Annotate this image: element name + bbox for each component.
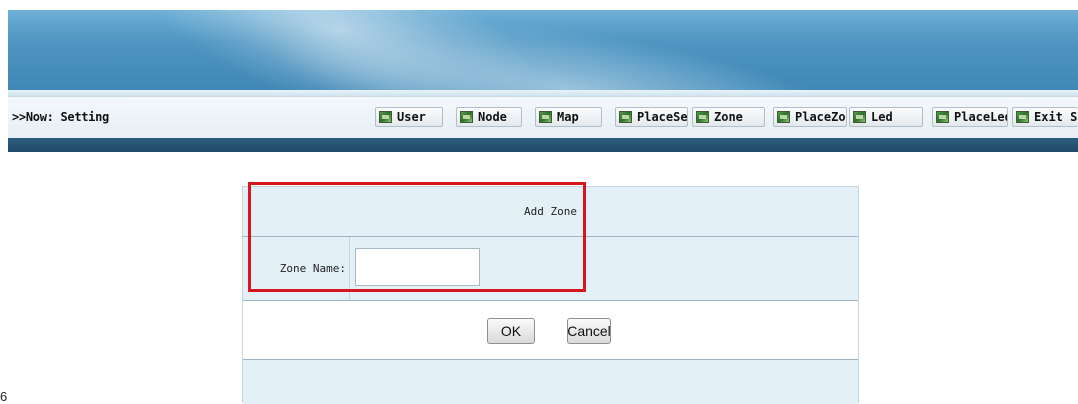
ok-button[interactable]: OK [487, 318, 535, 344]
green-square-icon [460, 111, 473, 123]
green-square-icon [936, 111, 949, 123]
nav-button-label: User [397, 110, 426, 124]
page-number: 6 [0, 389, 8, 404]
form-empty-row [243, 360, 858, 404]
nav-button-label: PlaceLed [954, 110, 1008, 124]
green-square-icon [619, 111, 632, 123]
green-square-icon [539, 111, 552, 123]
navigation-bar: >>Now: Setting User Node Map PlaceSet Zo… [8, 96, 1078, 139]
nav-button-placezone[interactable]: PlaceZone [773, 107, 847, 127]
add-zone-form: Add Zone Zone Name: OK Cancel [242, 186, 859, 404]
nav-button-placeled[interactable]: PlaceLed [932, 107, 1008, 127]
nav-button-label: PlaceZone [795, 110, 846, 124]
nav-button-exit-setting[interactable]: Exit Se [1012, 107, 1078, 127]
nav-button-label: Node [478, 110, 507, 124]
form-title: Add Zone [524, 205, 577, 218]
zone-name-label-cell: Zone Name: [243, 237, 350, 300]
green-square-icon [1016, 111, 1029, 123]
nav-button-map[interactable]: Map [535, 107, 602, 127]
nav-button-node[interactable]: Node [456, 107, 522, 127]
nav-button-label: PlaceSet [637, 110, 688, 124]
nav-button-label: Led [871, 110, 893, 124]
nav-button-label: Exit Se [1034, 110, 1078, 124]
green-square-icon [379, 111, 392, 123]
nav-button-led[interactable]: Led [849, 107, 923, 127]
green-square-icon [696, 111, 709, 123]
current-location-label: >>Now: Setting [12, 110, 109, 124]
nav-button-label: Map [557, 110, 579, 124]
nav-button-placeset[interactable]: PlaceSet [615, 107, 688, 127]
green-square-icon [853, 111, 866, 123]
banner-swoosh-decoration-2 [262, 10, 874, 90]
zone-name-label: Zone Name: [279, 262, 346, 275]
header-banner [8, 10, 1078, 90]
nav-button-user[interactable]: User [375, 107, 443, 127]
nav-button-label: Zone [714, 110, 743, 124]
form-title-row: Add Zone [243, 187, 858, 237]
green-square-icon [777, 111, 790, 123]
nav-button-zone[interactable]: Zone [692, 107, 765, 127]
zone-name-input[interactable] [355, 248, 480, 286]
nav-bottom-bar [8, 138, 1078, 152]
cancel-button[interactable]: Cancel [567, 318, 611, 344]
zone-name-row: Zone Name: [243, 237, 858, 301]
form-buttons-row: OK Cancel [243, 301, 858, 360]
